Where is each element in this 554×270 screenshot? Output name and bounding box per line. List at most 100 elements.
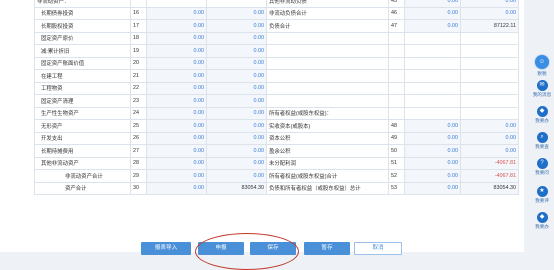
row-label-left: 资产合计 — [34, 181, 131, 195]
value-cell[interactable]: 0.00 — [460, 6, 519, 20]
value-cell — [206, 0, 267, 8]
row-number-left: 26 — [130, 131, 147, 145]
value-cell[interactable]: 0.00 — [206, 106, 267, 120]
sidebar-item[interactable]: ★ 我要评 — [530, 186, 554, 204]
search-icon: ⌕ — [536, 132, 548, 143]
value-cell[interactable]: 0.00 — [146, 69, 207, 83]
value-cell[interactable]: 0.00 — [404, 181, 461, 195]
table-row: 长期股权投资 17 0.00 0.00 负债合计 47 0.00 87122.11 — [34, 19, 519, 33]
value-cell[interactable]: 0.00 — [206, 81, 267, 95]
value-cell[interactable]: 0.00 — [206, 69, 267, 83]
table-row: 固定资产清理 23 0.00 0.00 — [34, 94, 519, 108]
value-cell[interactable]: 0.00 — [404, 131, 461, 145]
row-number-right: 45 — [388, 0, 405, 8]
value-cell[interactable]: 87122.11 — [460, 19, 519, 33]
value-cell[interactable]: 0.00 — [146, 131, 207, 145]
row-number-right: 53 — [388, 181, 405, 195]
value-cell[interactable]: 0.00 — [404, 144, 461, 158]
value-cell — [404, 44, 461, 58]
row-number-left: 18 — [130, 31, 147, 45]
value-cell — [404, 56, 461, 70]
row-label-right: 未分配利润 — [266, 156, 389, 170]
row-label-left: 固定资产账面价值 — [34, 56, 131, 70]
value-cell[interactable]: 0.00 — [404, 156, 461, 170]
save-button[interactable]: 保存 — [250, 242, 296, 255]
row-label-left: 开发支出 — [34, 131, 131, 145]
sidebar-item[interactable]: ☺ 税税 — [530, 54, 554, 77]
table-row: 资产合计 30 0.00 83054.30 负债和所有者权益（或股东权益）总计 53 0.0… — [34, 181, 519, 195]
row-label-right: 盈余公积 — [266, 144, 389, 158]
value-cell[interactable]: 0.00 — [206, 169, 267, 183]
row-number-left: 29 — [130, 169, 147, 183]
value-cell[interactable]: 83054.30 — [206, 181, 267, 195]
table-row: 减:累计折旧 19 0.00 0.00 — [34, 44, 519, 58]
value-cell[interactable]: 0.00 — [206, 19, 267, 33]
value-cell[interactable]: 0.00 — [206, 156, 267, 170]
value-cell[interactable]: 0.00 — [146, 19, 207, 33]
value-cell[interactable]: 0.00 — [206, 119, 267, 133]
value-cell[interactable]: 0.00 — [206, 131, 267, 145]
value-cell[interactable]: 0.00 — [146, 144, 207, 158]
row-number-left: 19 — [130, 44, 147, 58]
value-cell[interactable]: 0.00 — [206, 44, 267, 58]
sidebar-item[interactable]: ? 我要问 — [530, 158, 554, 176]
declare-button[interactable]: 申报 — [198, 242, 244, 255]
sidebar-item[interactable]: ✉ 我的消息 — [530, 80, 554, 98]
value-cell[interactable]: -4067.81 — [460, 169, 519, 183]
value-cell[interactable]: 0.00 — [206, 56, 267, 70]
row-label-right: 负债和所有者权益（或股东权益）总计 — [266, 181, 389, 195]
value-cell[interactable]: 0.00 — [146, 81, 207, 95]
row-label-left: 长期股权投资 — [34, 19, 131, 33]
sidebar-item[interactable]: ⌕ 我要查 — [530, 132, 554, 150]
value-cell[interactable]: 0.00 — [146, 169, 207, 183]
value-cell[interactable]: 0.00 — [460, 144, 519, 158]
value-cell[interactable]: 0.00 — [404, 119, 461, 133]
value-cell[interactable]: -4067.81 — [460, 156, 519, 170]
value-cell[interactable]: 0.00 — [146, 56, 207, 70]
value-cell[interactable]: 0.00 — [146, 119, 207, 133]
value-cell[interactable]: 0.00 — [146, 44, 207, 58]
sidebar-item[interactable]: ◆ 我要办 — [530, 212, 554, 230]
value-cell — [460, 31, 519, 45]
value-cell[interactable]: 0.00 — [146, 31, 207, 45]
value-cell[interactable]: 0.00 — [146, 6, 207, 20]
value-cell[interactable]: 0.00 — [146, 94, 207, 108]
sidebar-item[interactable]: ◆ 我要办 — [530, 106, 554, 124]
value-cell[interactable]: 0.00 — [404, 169, 461, 183]
value-cell[interactable]: 0.00 — [146, 181, 207, 195]
value-cell[interactable]: 0.00 — [146, 156, 207, 170]
row-number-left: 16 — [130, 6, 147, 20]
value-cell[interactable]: 83054.30 — [460, 181, 519, 195]
value-cell[interactable]: 0.00 — [404, 6, 461, 20]
value-cell[interactable]: 0.00 — [460, 131, 519, 145]
value-cell — [460, 56, 519, 70]
table-row: 无形资产 25 0.00 0.00 实收资本(或股本) 48 0.00 0.00 — [34, 119, 519, 133]
value-cell[interactable]: 0.00 — [206, 31, 267, 45]
sidebar-item-label: 我要查 — [535, 144, 549, 149]
row-label-right — [266, 81, 389, 95]
row-label-right — [266, 31, 389, 45]
row-label-left: 在建工程 — [34, 69, 131, 83]
row-label-right — [266, 44, 389, 58]
sidebar-item-label: 我的消息 — [532, 92, 552, 97]
row-label-right: 实收资本(或股本) — [266, 119, 389, 133]
table-row: 长期待摊费用 27 0.00 0.00 盈余公积 50 0.00 0.00 — [34, 144, 519, 158]
star-icon: ★ — [536, 186, 548, 197]
draft-button[interactable]: 暂存 — [304, 242, 350, 255]
row-number-right — [388, 69, 405, 83]
value-cell[interactable]: 0.00 — [206, 6, 267, 20]
value-cell[interactable]: 0.00 — [404, 0, 461, 8]
value-cell[interactable]: 0.00 — [206, 94, 267, 108]
value-cell[interactable]: 0.00 — [460, 0, 519, 8]
value-cell[interactable]: 0.00 — [460, 119, 519, 133]
import-button[interactable]: 报表导入 — [141, 242, 191, 255]
cancel-button[interactable]: 取消 — [354, 242, 402, 255]
table-row: 开发支出 26 0.00 0.00 资本公积 49 0.00 0.00 — [34, 131, 519, 145]
value-cell[interactable]: 0.00 — [404, 19, 461, 33]
value-cell[interactable]: 0.00 — [146, 106, 207, 120]
row-number-left: 22 — [130, 81, 147, 95]
value-cell — [404, 106, 461, 120]
value-cell — [404, 69, 461, 83]
row-label-right — [266, 56, 389, 70]
value-cell[interactable]: 0.00 — [206, 144, 267, 158]
